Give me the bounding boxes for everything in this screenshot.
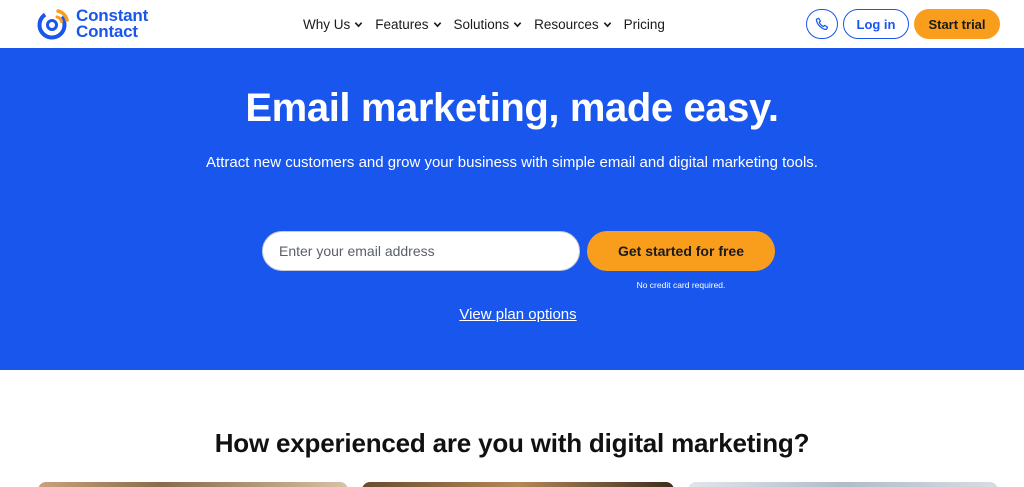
section-title: How experienced are you with digital mar… — [214, 428, 810, 458]
experience-card-image[interactable] — [38, 482, 348, 487]
no-credit-card-note: No credit card required. — [636, 280, 726, 290]
hero-subtitle: Attract new customers and grow your busi… — [206, 154, 818, 171]
nav-item-label: Solutions — [453, 16, 510, 32]
nav-item-label: Resources — [534, 16, 599, 32]
experience-card-image[interactable] — [688, 482, 998, 487]
phone-icon — [815, 17, 829, 31]
chevron-down-icon — [355, 21, 363, 27]
nav-item-pricing[interactable]: Pricing — [624, 17, 665, 32]
view-plan-options-link[interactable]: View plan options — [0, 306, 1024, 323]
nav-item-features[interactable]: Features — [375, 17, 441, 32]
hero-section: Email marketing, made easy. Attract new … — [0, 48, 1024, 370]
site-header: Constant Contact Why Us Features Solutio… — [0, 0, 1024, 48]
nav-item-label: Pricing — [623, 16, 665, 32]
chevron-down-icon — [433, 21, 441, 27]
nav-item-label: Features — [375, 16, 429, 32]
logo-mark-icon — [37, 9, 69, 40]
hero-title: Email marketing, made easy. — [245, 86, 779, 130]
experience-card-image[interactable] — [362, 482, 674, 487]
nav-item-solutions[interactable]: Solutions — [454, 17, 523, 32]
logo-text: Constant Contact — [76, 7, 148, 41]
login-button[interactable]: Log in — [843, 9, 909, 39]
nav-item-resources[interactable]: Resources — [534, 17, 612, 32]
chevron-down-icon — [603, 21, 611, 27]
chevron-down-icon — [513, 21, 522, 27]
logo-text-line2: Contact — [76, 22, 138, 41]
main-nav: Why Us Features Solutions Resources Pric… — [303, 14, 665, 34]
get-started-button[interactable]: Get started for free — [587, 231, 775, 271]
logo[interactable]: Constant Contact — [36, 6, 166, 42]
nav-item-label: Why Us — [303, 16, 351, 32]
start-trial-button[interactable]: Start trial — [914, 9, 1000, 39]
nav-item-why-us[interactable]: Why Us — [303, 17, 363, 32]
email-input[interactable] — [262, 231, 580, 271]
phone-button[interactable] — [806, 9, 838, 39]
